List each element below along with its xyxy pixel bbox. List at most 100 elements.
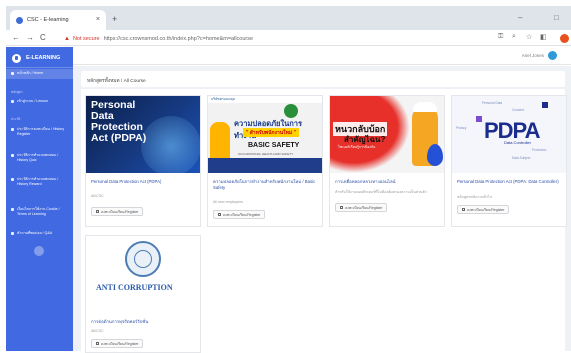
sidebar-item-label: หน้าหลัก / Home (17, 71, 44, 75)
thumbnail-caption: OCCUPATIONAL HEALTH AND SAFETY (238, 152, 294, 156)
register-button[interactable]: ลงทะเบียนเรียน/Register (91, 339, 144, 348)
word-cloud-term: Protection (532, 148, 547, 152)
register-button[interactable]: ลงทะเบียนเรียน/Register (213, 210, 266, 219)
course-title[interactable]: Personal Data Protection Act (PDPA) (91, 179, 197, 185)
document-icon (11, 208, 14, 211)
thumbnail-text: ANTI CORRUPTION (96, 283, 173, 292)
course-card[interactable]: Personal Data Consent Privacy Protection… (451, 95, 567, 227)
course-audience: All/CSC (91, 329, 104, 333)
sidebar-collapse-button[interactable] (34, 246, 44, 256)
sidebar-item-terms[interactable]: เงื่อนไขการใช้งาน Cookie / Terms of Lear… (11, 207, 69, 217)
sidebar-divider (6, 67, 73, 68)
sidebar-item-label: ประวัติการทำแบบทดสอบ / History Quiz (17, 153, 59, 162)
sidebar-item-qa[interactable]: คำถามที่พบบ่อย / Q&A (11, 231, 69, 236)
decorative-square (476, 116, 482, 122)
history-icon (11, 128, 14, 131)
register-button[interactable]: ลงทะเบียนเรียน/Register (457, 205, 510, 214)
register-icon (462, 208, 465, 211)
word-cloud-term: Consent (512, 108, 524, 112)
brand-name: E-LEARNING (26, 55, 61, 61)
back-button[interactable]: ← (12, 33, 20, 42)
main-content: หลักสูตรทั้งหมด / All Course Personal Da… (73, 66, 571, 353)
brand[interactable]: E-LEARNING (12, 52, 60, 64)
course-thumbnail[interactable]: หนวกลับบ้อก สำคัญไฉน? ไซเบอร์เรียนรู้การ… (330, 96, 444, 173)
register-button[interactable]: ลงทะเบียนเรียน/Register (91, 207, 144, 216)
word-cloud-term: Personal Data (482, 101, 503, 105)
safety-badge-icon (284, 104, 298, 118)
course-card[interactable]: หนวกลับบ้อก สำคัญไฉน? ไซเบอร์เรียนรู้การ… (329, 95, 445, 227)
not-secure-label: Not secure (72, 35, 100, 42)
course-thumbnail[interactable]: Personal Data Protection Act (PDPA) (86, 96, 200, 173)
zoom-icon[interactable]: ⌕ (512, 33, 516, 41)
browser-window: CSC - E-learning × + – □ ← → C ▲ Not sec… (0, 0, 571, 353)
sidebar-item-history-register[interactable]: ประวัติการลงทะเบียน / History Register (11, 127, 69, 137)
register-button-label: ลงทะเบียนเรียน/Register (223, 212, 261, 217)
course-title[interactable]: การเหยื่อหลอกหลวงทางออนไลน์ (335, 179, 441, 185)
minimize-button[interactable]: – (518, 13, 522, 22)
new-tab-button[interactable]: + (112, 14, 117, 24)
breadcrumb-panel (81, 71, 565, 87)
sidebar-item-lesson[interactable]: เข้าสู่ระบบ / Lesson (11, 99, 69, 104)
sidebar-item-home[interactable]: หน้าหลัก / Home (11, 71, 69, 76)
word-cloud-term: Privacy (456, 126, 467, 130)
course-audience: สำหรับใช้งานคอมพิวเตอร์ที่ไม่ต้องคุ้มครอ… (335, 190, 427, 194)
breadcrumb: หลักสูตรทั้งหมด / All Course (87, 79, 146, 84)
course-card[interactable]: Personal Data Protection Act (PDPA) Pers… (85, 95, 201, 227)
register-icon (340, 206, 343, 209)
course-audience: หลักสูตรพนักงานทั่วไป (457, 195, 492, 199)
sidebar-section-heading: ประวัติ (11, 117, 21, 121)
forward-button[interactable]: → (26, 33, 34, 42)
url-text: https://csc.crownsmod.co.th/index.php?c=… (103, 35, 254, 42)
course-title[interactable]: ความปลอดภัยในการทำงานสำหรับพนักงานใหม่ /… (213, 179, 319, 191)
thumbnail-text: Personal Data Protection Act (PDPA) (91, 99, 147, 144)
thumbnail-footer-bar (208, 158, 322, 173)
user-menu[interactable]: Ariel Jones (522, 51, 557, 60)
course-thumbnail[interactable]: Personal Data Consent Privacy Protection… (452, 96, 566, 173)
sidebar-item-label: เงื่อนไขการใช้งาน Cookie / Terms of Lear… (17, 207, 60, 216)
sidebar-item-label: ประวัติการลงทะเบียน / History Register (17, 127, 65, 136)
top-navbar: Ariel Jones (73, 47, 571, 65)
url-field[interactable]: ▲ Not secure https://csc.crownsmod.co.th… (64, 33, 484, 44)
droplet-illustration (427, 144, 443, 166)
quiz-icon (11, 154, 14, 157)
register-button-label: ลงทะเบียนเรียน/Register (467, 207, 505, 212)
profile-avatar-icon[interactable] (560, 34, 569, 43)
maximize-button[interactable]: □ (554, 13, 559, 22)
register-button-label: ลงทะเบียนเรียน/Register (101, 209, 139, 214)
reward-icon (11, 178, 14, 181)
register-button-label: ลงทะเบียนเรียน/Register (345, 205, 383, 210)
course-audience: All/CSC (91, 194, 104, 198)
bookmark-star-icon[interactable]: ☆ (526, 33, 532, 41)
course-card[interactable]: ANTI CORRUPTION การต่อต้านการทุจริตคอร์ร… (85, 235, 201, 353)
tab-close-icon[interactable]: × (96, 16, 100, 23)
key-icon[interactable]: ⚿ (498, 33, 503, 41)
course-title[interactable]: การต่อต้านการทุจริตคอร์รัปชั่น (91, 319, 197, 325)
register-button[interactable]: ลงทะเบียนเรียน/Register (335, 203, 388, 212)
question-icon (11, 232, 14, 235)
course-thumbnail[interactable]: บริษัทครอบคลุม ความปลอดภัยในการทำงาน " ส… (208, 96, 322, 173)
course-thumbnail[interactable]: ANTI CORRUPTION (86, 236, 200, 313)
site-favicon-icon (16, 16, 23, 24)
course-card[interactable]: บริษัทครอบคลุม ความปลอดภัยในการทำงาน " ส… (207, 95, 323, 227)
hat-illustration (413, 102, 437, 112)
decorative-square (542, 102, 548, 108)
reload-button[interactable]: C (40, 33, 46, 42)
course-title[interactable]: Personal Data Protection Act (PDPA: Data… (457, 179, 563, 185)
thumbnail-basic-safety: BASIC SAFETY (248, 142, 300, 149)
extensions-icon[interactable]: ◧ (540, 33, 547, 41)
browser-tab-bar: CSC - E-learning × + – □ (6, 6, 571, 30)
register-button-label: ลงทะเบียนเรียน/Register (101, 341, 139, 346)
tab-title: CSC - E-learning (27, 17, 69, 23)
user-name: Ariel Jones (521, 53, 544, 58)
browser-tab[interactable]: CSC - E-learning × (10, 10, 106, 30)
sidebar-item-history-quiz[interactable]: ประวัติการทำแบบทดสอบ / History Quiz (11, 153, 69, 163)
thumbnail-subheading: Data Controller (504, 140, 531, 145)
course-grid: Personal Data Protection Act (PDPA) Pers… (81, 89, 567, 353)
word-cloud-term: Data Subject (512, 156, 531, 160)
seal-emblem-icon (125, 241, 161, 277)
sidebar-item-history-reward[interactable]: ประวัติการทำแบบทดสอบ / History Reward (11, 177, 69, 187)
sidebar-section-heading: หลักสูตร (11, 90, 23, 94)
sidebar-item-label: ประวัติการทำแบบทดสอบ / History Reward (17, 177, 59, 186)
elearning-logo-icon (12, 53, 21, 63)
sidebar-item-label: เข้าสู่ระบบ / Lesson (17, 99, 48, 103)
